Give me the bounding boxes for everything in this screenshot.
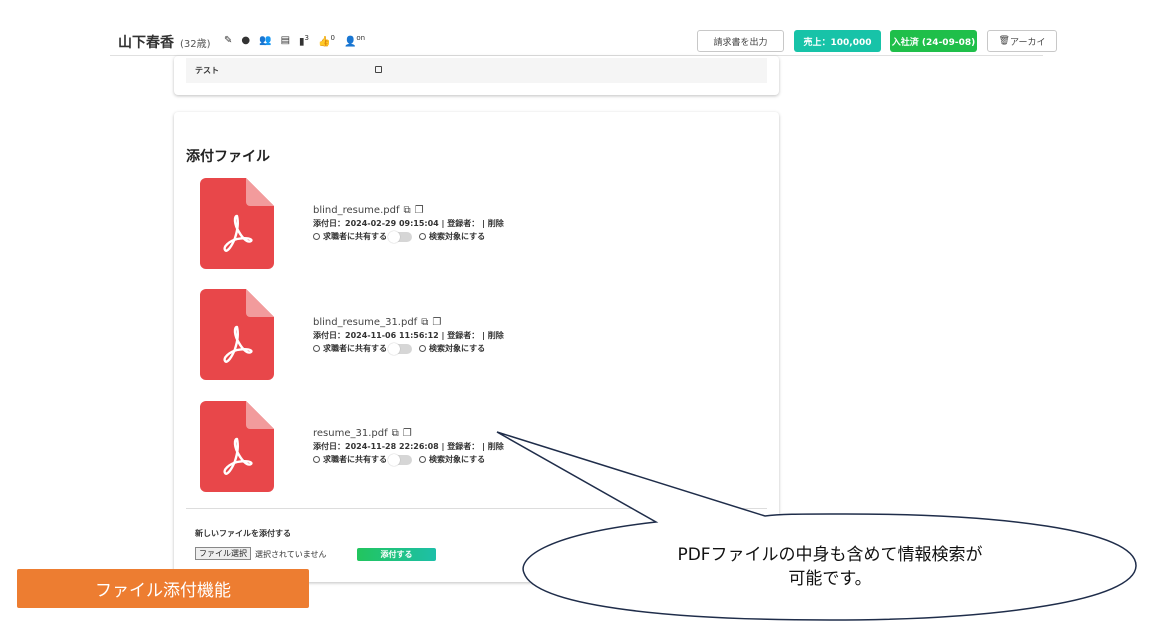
callout-line-2: 可能です。 (788, 569, 872, 589)
speech-bubble (496, 431, 1137, 621)
callout-text: PDFファイルの中身も含めて情報検索が 可能です。 (560, 543, 1100, 591)
callout-line-1: PDFファイルの中身も含めて情報検索が (677, 545, 983, 565)
